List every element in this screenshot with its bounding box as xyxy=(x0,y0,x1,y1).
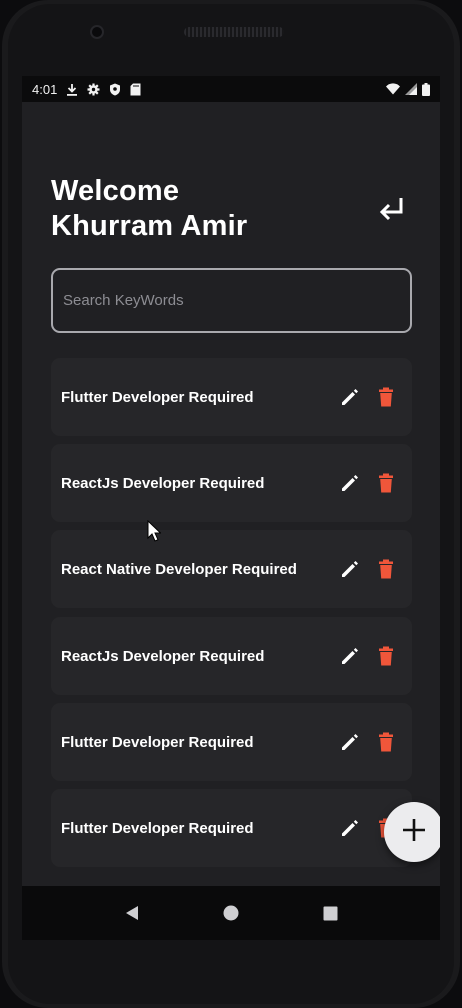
job-card[interactable]: ReactJs Developer Required xyxy=(51,617,412,695)
status-time: 4:01 xyxy=(32,81,58,97)
delete-trash-icon[interactable] xyxy=(374,730,398,754)
sd-card-icon xyxy=(130,83,141,96)
job-card[interactable]: Flutter Developer Required xyxy=(51,358,412,436)
edit-pencil-icon[interactable] xyxy=(338,385,362,409)
job-card[interactable]: Flutter Developer Required xyxy=(51,703,412,781)
welcome-line: Welcome xyxy=(51,175,180,207)
search-input[interactable] xyxy=(53,270,410,331)
back-triangle-icon[interactable] xyxy=(120,901,144,925)
edit-pencil-icon[interactable] xyxy=(338,816,362,840)
delete-trash-icon[interactable] xyxy=(374,385,398,409)
delete-trash-icon[interactable] xyxy=(374,557,398,581)
signal-icon xyxy=(405,83,417,95)
job-title: Flutter Developer Required xyxy=(61,733,254,751)
front-camera xyxy=(90,25,104,39)
welcome-heading: Welcome Khurram Amir xyxy=(51,174,247,244)
edit-pencil-icon[interactable] xyxy=(338,557,362,581)
android-nav-bar xyxy=(22,886,440,940)
user-name: Khurram Amir xyxy=(51,210,248,242)
gear-icon xyxy=(87,83,100,96)
app-screen: 4:01 Welcome Khurram Amir Search KeyWord… xyxy=(22,76,440,886)
plus-icon xyxy=(401,817,427,848)
job-title: ReactJs Developer Required xyxy=(61,474,265,492)
job-card[interactable]: Flutter Developer Required xyxy=(51,789,412,867)
wifi-icon xyxy=(386,83,400,95)
earpiece-speaker xyxy=(184,27,284,37)
shield-icon xyxy=(109,83,121,96)
edit-pencil-icon[interactable] xyxy=(338,644,362,668)
logout-return-icon xyxy=(377,196,407,229)
recents-square-icon[interactable] xyxy=(318,901,342,925)
edit-pencil-icon[interactable] xyxy=(338,730,362,754)
job-title: Flutter Developer Required xyxy=(61,388,254,406)
delete-trash-icon[interactable] xyxy=(374,471,398,495)
job-title: React Native Developer Required xyxy=(61,560,297,578)
download-icon xyxy=(66,83,78,96)
job-card[interactable]: ReactJs Developer Required xyxy=(51,444,412,522)
battery-icon xyxy=(422,82,430,96)
home-circle-icon[interactable] xyxy=(219,901,243,925)
job-card[interactable]: React Native Developer Required xyxy=(51,530,412,608)
edit-pencil-icon[interactable] xyxy=(338,471,362,495)
mouse-cursor-icon xyxy=(147,519,162,547)
add-job-button[interactable] xyxy=(384,802,440,862)
status-bar: 4:01 xyxy=(22,76,440,102)
job-title: ReactJs Developer Required xyxy=(61,647,265,665)
delete-trash-icon[interactable] xyxy=(374,644,398,668)
logout-button[interactable] xyxy=(374,194,410,230)
job-title: Flutter Developer Required xyxy=(61,819,254,837)
search-field[interactable] xyxy=(51,268,412,333)
